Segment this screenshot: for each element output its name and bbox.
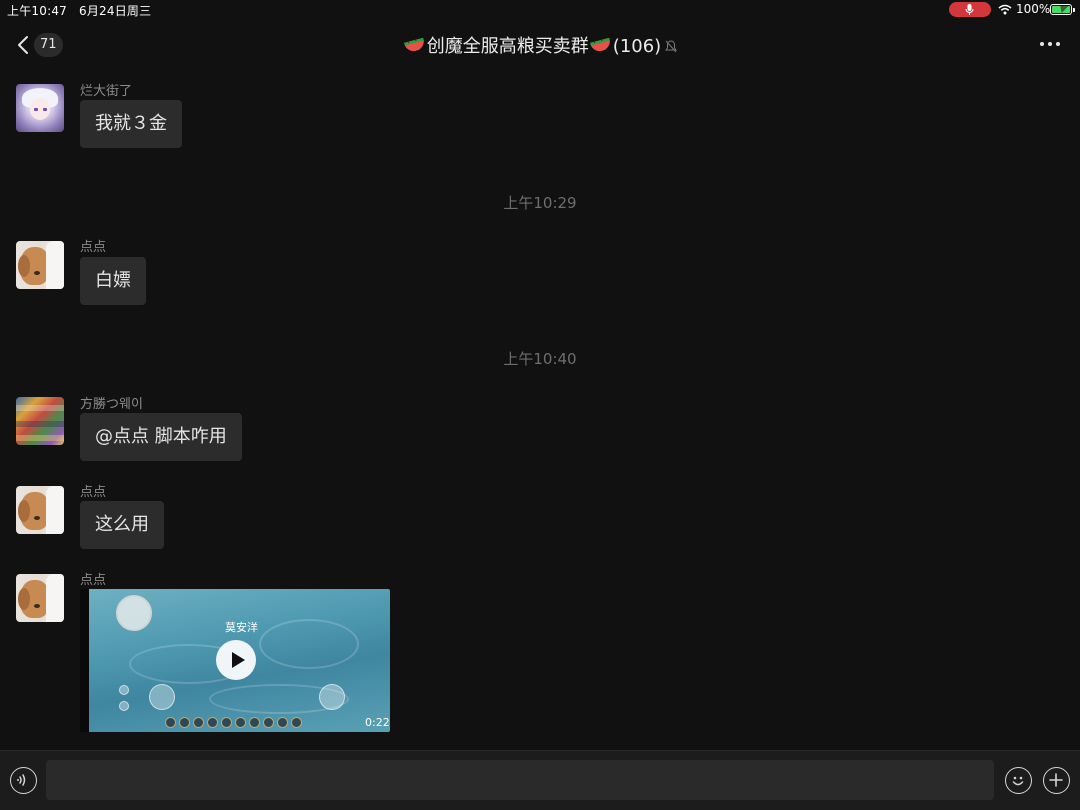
battery-icon xyxy=(1050,4,1075,15)
mic-recording-indicator[interactable] xyxy=(949,2,991,17)
compass-dial xyxy=(116,595,152,631)
avatar[interactable] xyxy=(16,84,64,132)
status-date: 6月24日周三 xyxy=(79,4,152,18)
mic-icon xyxy=(965,4,974,15)
avatar[interactable] xyxy=(16,574,64,622)
more-options-button[interactable] xyxy=(1040,42,1060,46)
avatar[interactable] xyxy=(16,397,64,445)
bell-muted-icon xyxy=(665,40,678,53)
member-count: (106) xyxy=(612,36,662,57)
chat-header: 71 创魔全服高粮买卖群(106) xyxy=(0,20,1080,68)
video-message[interactable]: 莫安洋 0:22 xyxy=(80,589,390,732)
message-input[interactable] xyxy=(46,760,994,800)
wifi-icon xyxy=(998,4,1012,15)
message-list[interactable]: 烂大街了 我就３金 上午10:29 点点 白嫖 上午10:40 方勝つ웨이 @点… xyxy=(0,68,1080,750)
plus-button[interactable] xyxy=(1043,767,1070,794)
message-bubble[interactable]: 我就３金 xyxy=(80,100,182,148)
voice-button[interactable] xyxy=(10,767,37,794)
group-name: 创魔全服高粮买卖群 xyxy=(426,36,589,57)
message-bubble[interactable]: 白嫖 xyxy=(80,257,146,305)
emoji-button[interactable] xyxy=(1005,767,1032,794)
status-left: 上午10:47 6月24日周三 xyxy=(7,2,159,19)
video-overlay-name: 莫安洋 xyxy=(225,621,258,634)
sender-name: 点点 xyxy=(80,573,107,588)
avatar[interactable] xyxy=(16,241,64,289)
input-bar xyxy=(0,750,1080,810)
timestamp: 上午10:40 xyxy=(503,350,577,368)
sender-name: 烂大街了 xyxy=(80,84,133,99)
message-bubble[interactable]: 这么用 xyxy=(80,501,164,549)
battery-percent: 100% xyxy=(1016,2,1051,16)
watermelon-icon xyxy=(589,37,612,54)
play-button[interactable] xyxy=(216,640,256,680)
video-duration: 0:22 xyxy=(365,716,390,729)
watermelon-icon xyxy=(403,37,426,54)
voice-icon xyxy=(17,774,26,786)
game-hotbar xyxy=(165,713,335,728)
plus-icon xyxy=(1049,773,1063,787)
status-bar: 上午10:47 6月24日周三 100% xyxy=(0,0,1080,20)
avatar[interactable] xyxy=(16,486,64,534)
status-time: 上午10:47 xyxy=(7,4,67,18)
timestamp: 上午10:29 xyxy=(503,194,577,212)
emoji-icon xyxy=(1012,776,1024,786)
sender-name: 方勝つ웨이 xyxy=(80,397,143,412)
chat-title: 创魔全服高粮买卖群 (106) xyxy=(0,32,1080,58)
sender-name: 点点 xyxy=(80,240,107,255)
sender-name: 点点 xyxy=(80,485,107,500)
message-bubble[interactable]: @点点 脚本咋用 xyxy=(80,413,242,461)
